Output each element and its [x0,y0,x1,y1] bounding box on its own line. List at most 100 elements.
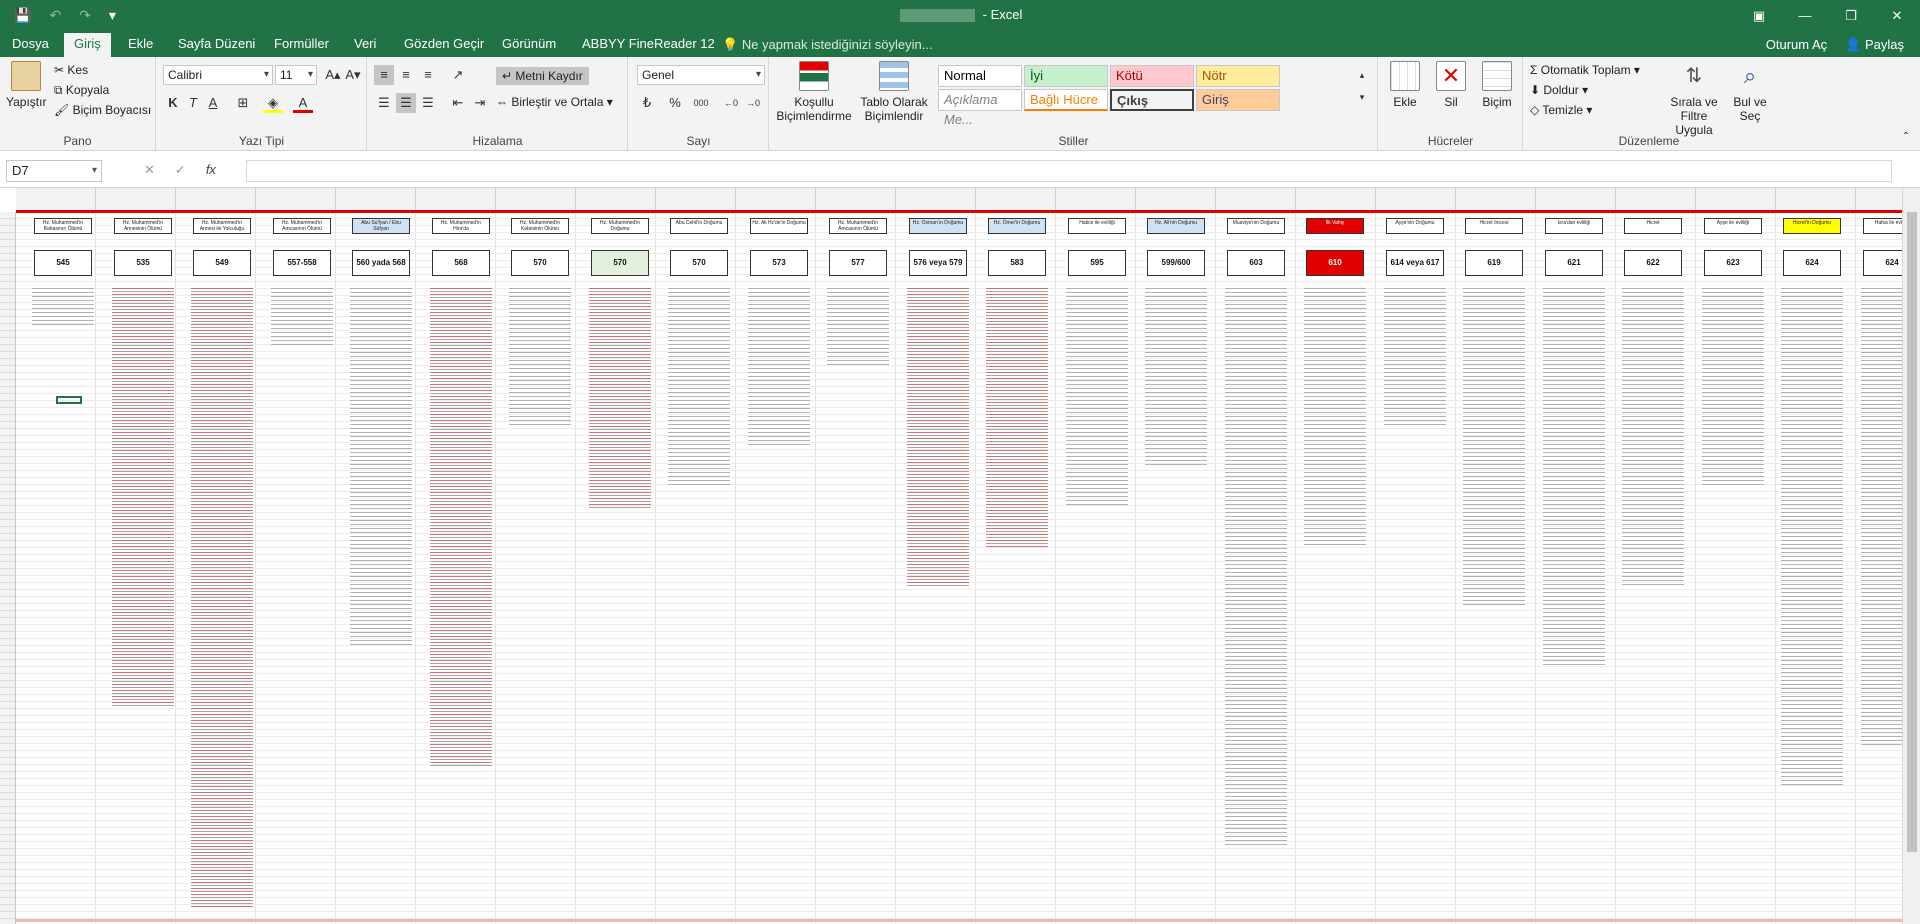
event-year[interactable]: 545 [34,250,92,276]
event-header[interactable]: Hz. Ali'nin Doğumu [1147,218,1205,234]
align-top-icon[interactable]: ≡ [374,65,394,85]
vertical-scrollbar[interactable] [1902,188,1920,924]
cell-style-1[interactable]: İyi [1024,65,1108,87]
event-header[interactable]: Ayşe'nin Doğumu [1386,218,1444,234]
event-year[interactable]: 614 veya 617 [1386,250,1444,276]
format-cells-button[interactable]: Biçim [1475,61,1519,109]
worksheet[interactable]: Hz. Muhammed'in Babasının Ölümü 545 Hz. Mu… [0,188,1920,924]
format-painter-button[interactable]: 🖌 Biçim Boyacısı [54,103,151,117]
cell-style-4[interactable]: Açıklama Me... [938,89,1022,127]
column-headers[interactable] [16,188,1902,212]
wrap-text-button[interactable]: ↵ Metni Kaydır [496,67,589,85]
delete-cells-button[interactable]: ✕ Sil [1429,61,1473,109]
enter-formula-icon[interactable]: ✓ [175,162,186,178]
gallery-up-icon[interactable]: ▴ [1352,65,1372,85]
italic-button[interactable]: T [183,93,203,113]
event-year[interactable]: 595 [1068,250,1126,276]
minimize-button[interactable]: — [1782,0,1828,31]
font-size-combo[interactable]: 11 [275,65,317,85]
autosum-button[interactable]: Σ Otomatik Toplam ▾ [1530,63,1640,77]
cell-style-0[interactable]: Normal [938,65,1022,87]
cell-style-3[interactable]: Nötr [1196,65,1280,87]
event-header[interactable]: Hz. Muhammed'in Hira'da [432,218,490,234]
event-year[interactable]: 624 [1783,250,1841,276]
event-year[interactable]: 621 [1545,250,1603,276]
event-header[interactable]: Ayşe ile evliliği [1704,218,1762,234]
scroll-thumb[interactable] [1907,212,1917,852]
redo-icon[interactable]: ↷ [79,7,91,24]
tab-dosya[interactable]: Dosya [12,35,49,57]
tab-gorunum[interactable]: Görünüm [502,35,556,57]
increase-decimal-icon[interactable]: ←0 [721,93,741,113]
event-year[interactable]: 623 [1704,250,1762,276]
event-year[interactable]: 535 [114,250,172,276]
align-left-icon[interactable]: ☰ [374,93,394,113]
tab-ekle[interactable]: Ekle [128,35,153,57]
restore-button[interactable]: ❐ [1828,0,1874,31]
align-center-icon[interactable]: ☰ [396,93,416,113]
event-header[interactable]: Hz. Muhammed'in Babasının Ölümü [34,218,92,234]
event-header[interactable]: Abu Su'fyan / Ebu Süfyan [352,218,410,234]
format-as-table-button[interactable]: Tablo Olarak Biçimlendir [856,61,932,123]
event-year[interactable]: 599/600 [1147,250,1205,276]
event-header[interactable]: İlk Vahiy [1306,218,1364,234]
cell-style-2[interactable]: Kötü [1110,65,1194,87]
event-year[interactable]: 576 veya 579 [909,250,967,276]
event-header[interactable]: Hatice ile evliliği [1068,218,1126,234]
event-header[interactable]: Hz. Ömer'in Doğumu [988,218,1046,234]
increase-indent-icon[interactable]: ⇥ [470,93,490,113]
tab-abbyy[interactable]: ABBYY FineReader 12 [582,35,715,57]
tab-formuller[interactable]: Formüller [274,35,329,57]
event-header[interactable]: Hz. Muhammed'in Annesinin Ölümü [114,218,172,234]
borders-icon[interactable]: ⊞ [233,93,253,113]
sort-filter-button[interactable]: ⇅ Sırala ve Filtre Uygula [1662,61,1726,137]
gallery-down-icon[interactable]: ▾ [1352,87,1372,107]
insert-function-icon[interactable]: fx [206,162,216,178]
currency-icon[interactable]: ₺ [637,93,657,113]
insert-cells-button[interactable]: Ekle [1383,61,1427,109]
event-year[interactable]: 570 [511,250,569,276]
event-header[interactable]: Hz. Muhammed'in Annesi ile Yolculuğu [193,218,251,234]
event-year[interactable]: 568 [432,250,490,276]
event-header[interactable]: Hz. Muhammed'in Amcasının Ölümü [273,218,331,234]
share-button[interactable]: 👤 Paylaş [1845,37,1904,53]
event-header[interactable]: Muaviye'nin Doğumu [1227,218,1285,234]
event-year[interactable]: 570 [670,250,728,276]
event-year[interactable]: 583 [988,250,1046,276]
event-header[interactable]: İsra'dan evliliği [1545,218,1603,234]
name-box[interactable]: D7 [6,160,102,182]
tab-gozden-gecir[interactable]: Gözden Geçir [404,35,484,57]
merge-center-button[interactable]: ⇔ Birleştir ve Ortala ▾ [496,95,613,109]
cut-button[interactable]: ✂ Kes [54,63,88,77]
find-select-button[interactable]: ⌕ Bul ve Seç [1728,61,1772,123]
shrink-font-icon[interactable]: A▾ [343,65,363,85]
align-right-icon[interactable]: ☰ [418,93,438,113]
event-year[interactable]: 603 [1227,250,1285,276]
event-year[interactable]: 549 [193,250,251,276]
clear-button[interactable]: ◇ Temizle ▾ [1530,103,1592,117]
cancel-formula-icon[interactable]: ✕ [144,162,155,178]
ribbon-display-options-icon[interactable]: ▣ [1736,0,1782,31]
cell-style-6[interactable]: Çıkış [1110,89,1194,111]
font-name-combo[interactable]: Calibri [163,65,273,85]
tab-veri[interactable]: Veri [354,35,376,57]
tell-me-search[interactable]: 💡 Ne yapmak istediğinizi söyleyin... [722,37,933,53]
customize-qat-icon[interactable]: ▾ [109,7,116,24]
event-year[interactable]: 622 [1624,250,1682,276]
event-header[interactable]: Hz. Osman'ın Doğumu [909,218,967,234]
number-format-combo[interactable]: Genel [637,65,765,85]
event-header[interactable]: Hicret öncesi [1465,218,1523,234]
orientation-icon[interactable]: ↗ [448,65,468,85]
grow-font-icon[interactable]: A▴ [323,65,343,85]
signin-link[interactable]: Oturum Aç [1766,37,1827,53]
cell-style-7[interactable]: Giriş [1196,89,1280,111]
decrease-decimal-icon[interactable]: →0 [743,93,763,113]
copy-button[interactable]: ⧉ Kopyala [54,83,109,98]
event-header[interactable]: Hicret [1624,218,1682,234]
bold-button[interactable]: K [163,93,183,113]
save-icon[interactable]: 💾 [14,7,31,24]
paste-button[interactable]: Yapıştır [6,61,46,109]
decrease-indent-icon[interactable]: ⇤ [448,93,468,113]
align-middle-icon[interactable]: ≡ [396,65,416,85]
collapse-ribbon-icon[interactable]: ⌃ [1896,127,1916,147]
